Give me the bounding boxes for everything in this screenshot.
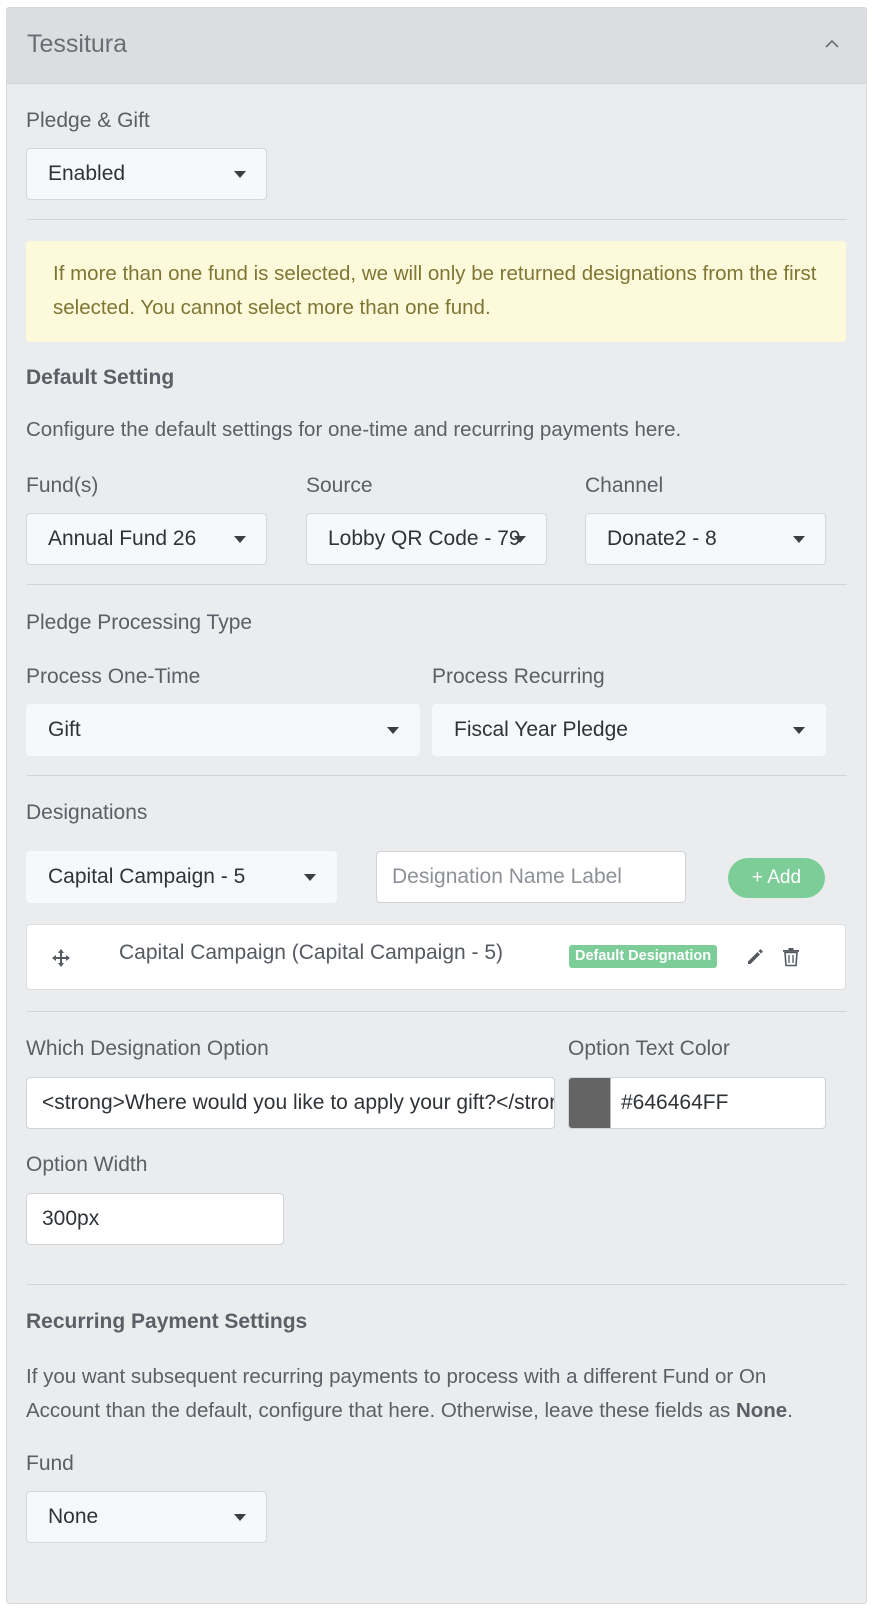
designation-option-input[interactable]: <strong>Where would you like to apply yo…: [26, 1077, 555, 1129]
funds-label: Fund(s): [26, 474, 99, 497]
recurring-description-text: If you want subsequent recurring payment…: [26, 1365, 767, 1422]
divider: [27, 1284, 847, 1285]
add-designation-button[interactable]: + Add: [728, 858, 825, 898]
tessitura-panel: Tessitura Pledge & Gift Enabled If more …: [6, 7, 867, 1604]
drag-move-icon[interactable]: [51, 948, 71, 968]
designation-select-value: Capital Campaign - 5: [48, 865, 246, 888]
option-text-color-input[interactable]: #646464FF: [568, 1077, 826, 1129]
process-recurring-select[interactable]: Fiscal Year Pledge: [432, 704, 826, 756]
caret-down-icon: [234, 1514, 246, 1521]
divider: [27, 775, 847, 776]
process-one-time-select[interactable]: Gift: [26, 704, 420, 756]
process-one-time-value: Gift: [48, 718, 81, 741]
recurring-fund-label: Fund: [26, 1452, 74, 1475]
option-width-input[interactable]: 300px: [26, 1193, 284, 1245]
chevron-up-icon[interactable]: [824, 36, 840, 52]
designation-item-name: Capital Campaign (Capital Campaign - 5): [119, 941, 504, 964]
default-designation-badge: Default Designation: [569, 945, 718, 968]
recurring-settings-description: If you want subsequent recurring payment…: [26, 1360, 826, 1428]
pencil-edit-icon[interactable]: [745, 947, 765, 967]
default-setting-description: Configure the default settings for one-t…: [26, 418, 682, 441]
recurring-settings-heading: Recurring Payment Settings: [26, 1310, 308, 1333]
panel-title: Tessitura: [27, 30, 128, 58]
option-width-label: Option Width: [26, 1153, 148, 1176]
pledge-processing-heading: Pledge Processing Type: [26, 611, 253, 634]
panel-header[interactable]: Tessitura: [7, 8, 866, 84]
designations-heading: Designations: [26, 801, 148, 824]
source-label: Source: [306, 474, 373, 497]
divider: [27, 1011, 847, 1012]
designation-option-label: Which Designation Option: [26, 1037, 269, 1060]
channel-label: Channel: [585, 474, 664, 497]
process-recurring-label: Process Recurring: [432, 665, 605, 688]
caret-down-icon: [793, 727, 805, 734]
caret-down-icon: [234, 536, 246, 543]
option-text-color-label: Option Text Color: [568, 1037, 730, 1060]
caret-down-icon: [514, 536, 526, 543]
caret-down-icon: [234, 171, 246, 178]
caret-down-icon: [304, 874, 316, 881]
pledge-gift-label: Pledge & Gift: [26, 109, 150, 132]
designation-list-item: Capital Campaign (Capital Campaign - 5) …: [26, 924, 846, 990]
process-one-time-label: Process One-Time: [26, 665, 201, 688]
recurring-description-bold: None: [735, 1399, 788, 1422]
pledge-gift-select[interactable]: Enabled: [26, 148, 267, 200]
designation-select[interactable]: Capital Campaign - 5: [26, 851, 337, 903]
divider: [27, 219, 847, 220]
channel-select[interactable]: Donate2 - 8: [585, 513, 826, 565]
caret-down-icon: [793, 536, 805, 543]
recurring-description-end: .: [787, 1399, 793, 1422]
option-text-color-value: #646464FF: [621, 1091, 729, 1114]
designation-name-input[interactable]: Designation Name Label: [376, 851, 686, 903]
recurring-fund-select[interactable]: None: [26, 1491, 267, 1543]
fund-warning-alert: If more than one fund is selected, we wi…: [26, 241, 846, 342]
caret-down-icon: [387, 727, 399, 734]
process-recurring-value: Fiscal Year Pledge: [454, 718, 628, 741]
funds-select[interactable]: Annual Fund 26: [26, 513, 267, 565]
divider: [27, 584, 847, 585]
source-select[interactable]: Lobby QR Code - 79: [306, 513, 547, 565]
trash-delete-icon[interactable]: [782, 947, 800, 967]
color-swatch[interactable]: [569, 1078, 611, 1128]
default-setting-heading: Default Setting: [26, 366, 175, 389]
